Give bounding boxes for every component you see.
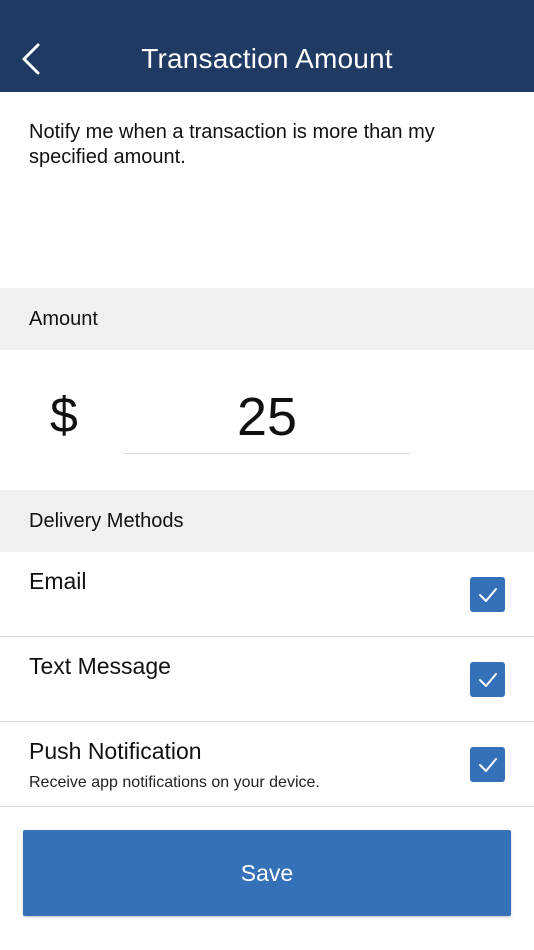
currency-symbol: $ <box>50 387 78 443</box>
method-label: Text Message <box>29 653 171 679</box>
delivery-section-label: Delivery Methods <box>29 509 184 532</box>
amount-section-label: Amount <box>29 307 98 330</box>
checkmark-icon <box>478 587 497 602</box>
page-title: Transaction Amount <box>141 43 393 74</box>
text-message-checkbox[interactable] <box>470 662 505 697</box>
delivery-method-email[interactable]: Email <box>0 552 534 637</box>
delivery-section-header: Delivery Methods <box>0 490 534 552</box>
email-checkbox[interactable] <box>470 577 505 612</box>
delivery-method-text-message[interactable]: Text Message <box>0 637 534 722</box>
amount-section-header: Amount <box>0 288 534 350</box>
amount-input[interactable] <box>124 380 410 454</box>
amount-row: $ <box>0 350 534 490</box>
checkmark-icon <box>478 757 497 772</box>
save-button[interactable]: Save <box>23 830 511 916</box>
push-notification-checkbox[interactable] <box>470 747 505 782</box>
nav-header: Transaction Amount <box>0 0 534 92</box>
method-subtext: Receive app notifications on your device… <box>29 774 320 791</box>
checkmark-icon <box>478 672 497 687</box>
description-text: Notify me when a transaction is more tha… <box>29 121 435 168</box>
method-label: Email <box>29 568 87 594</box>
method-label: Push Notification <box>29 738 202 764</box>
save-container: Save <box>0 807 534 916</box>
delivery-method-push-notification[interactable]: Push Notification Receive app notificati… <box>0 722 534 807</box>
